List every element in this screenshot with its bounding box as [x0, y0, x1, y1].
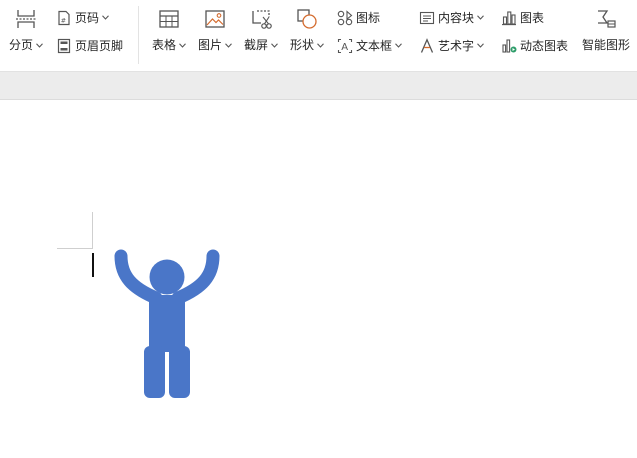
dynamic-chart-button[interactable]: 动态图表 [500, 37, 568, 54]
content-block-button[interactable]: 内容块 [418, 9, 484, 26]
chevron-down-icon [477, 15, 484, 20]
shape-button[interactable]: 形状 [290, 37, 324, 53]
person-arms-raised-icon[interactable] [112, 246, 222, 400]
content-block-label: 内容块 [438, 10, 475, 25]
svg-text:A: A [341, 42, 348, 53]
header-footer-button[interactable]: 页眉页脚 [55, 37, 123, 54]
chevron-down-icon [36, 42, 43, 48]
margin-corner-mark [92, 212, 93, 249]
chevron-down-icon [317, 42, 324, 48]
chevron-down-icon [395, 43, 402, 48]
chart-label: 图表 [520, 10, 545, 25]
content-block-icon [418, 9, 435, 26]
chevron-down-icon [225, 42, 232, 48]
table-label: 表格 [152, 38, 177, 52]
word-art-icon [418, 37, 435, 54]
smart-art-label: 智能图形 [582, 38, 631, 52]
picture-label: 图片 [198, 38, 223, 52]
ruler-band [0, 71, 637, 100]
icon-library-button[interactable]: 图标 [336, 9, 380, 26]
dynamic-chart-icon [500, 37, 517, 54]
margin-corner-mark [57, 248, 93, 249]
picture-button[interactable]: 图片 [198, 37, 232, 53]
word-art-button[interactable]: 艺术字 [418, 37, 484, 54]
chevron-down-icon [477, 43, 484, 48]
shape-label: 形状 [290, 38, 315, 52]
insert-ribbon: 分页 # 页码 页眉页脚 表格 图片 截屏 形状 图标 A 文本框 内容块 艺术… [0, 0, 637, 71]
scissors-icon[interactable] [250, 8, 272, 30]
screenshot-button[interactable]: 截屏 [244, 37, 278, 53]
header-footer-label: 页眉页脚 [75, 38, 124, 53]
picture-icon[interactable] [204, 8, 226, 30]
table-icon[interactable] [158, 8, 180, 30]
smart-art-button[interactable]: 智能图形 [582, 37, 630, 53]
chevron-down-icon [271, 42, 278, 48]
smart-art-icon[interactable] [595, 8, 617, 30]
bar-chart-icon [500, 9, 517, 26]
icon-library-label: 图标 [356, 10, 381, 25]
page-number-label: 页码 [75, 10, 100, 25]
ribbon-separator [138, 6, 139, 64]
svg-text:#: # [60, 16, 65, 24]
icon-library-icon [336, 9, 353, 26]
page-break-label: 分页 [9, 38, 34, 52]
shape-icon[interactable] [296, 8, 318, 30]
page-number-icon: # [55, 9, 72, 26]
dynamic-chart-label: 动态图表 [520, 38, 569, 53]
text-box-icon: A [336, 37, 353, 54]
page-break-button[interactable]: 分页 [9, 37, 43, 53]
screenshot-label: 截屏 [244, 38, 269, 52]
word-art-label: 艺术字 [438, 38, 475, 53]
header-footer-icon [55, 37, 72, 54]
text-box-button[interactable]: A 文本框 [336, 37, 402, 54]
document-page[interactable] [0, 100, 637, 458]
table-button[interactable]: 表格 [152, 37, 186, 53]
text-cursor [92, 253, 94, 277]
page-number-button[interactable]: # 页码 [55, 9, 109, 26]
page-break-icon[interactable] [15, 8, 37, 30]
chart-button[interactable]: 图表 [500, 9, 544, 26]
chevron-down-icon [179, 42, 186, 48]
chevron-down-icon [102, 15, 109, 20]
text-box-label: 文本框 [356, 38, 393, 53]
